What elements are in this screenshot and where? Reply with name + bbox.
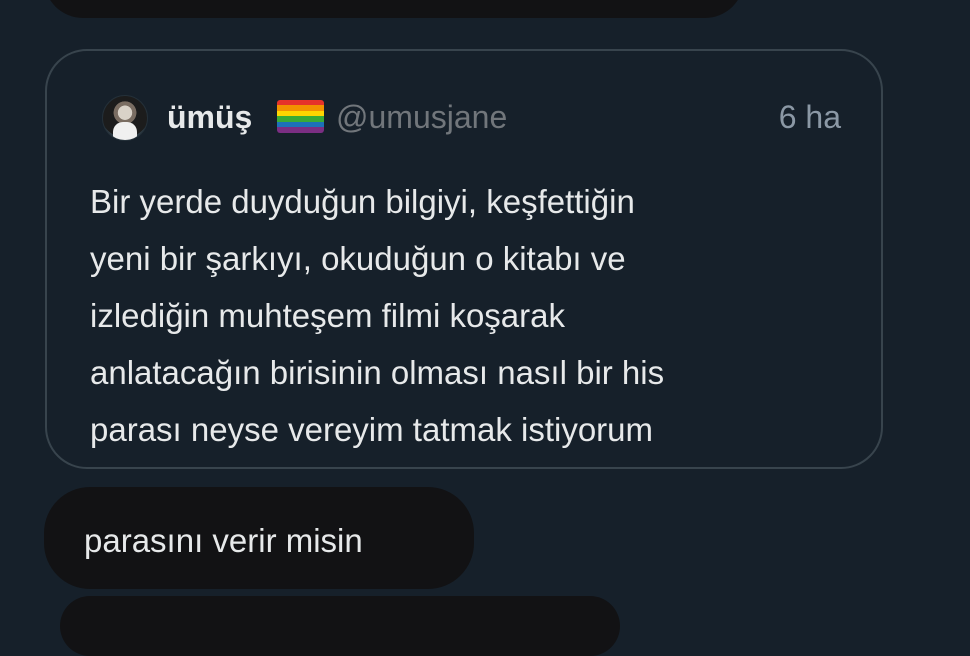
reply-message-text: parasını verir misin <box>84 522 363 559</box>
tweet-text-line: anlatacağın birisinin olması nasıl bir h… <box>90 354 665 391</box>
tweet-text-line: izlediğin muhteşem filmi koşarak <box>90 297 566 334</box>
previous-message-bubble[interactable] <box>44 0 744 18</box>
tweet-text-line: yeni bir şarkıyı, okuduğun o kitabı ve <box>90 240 626 277</box>
tweet-text-line: parası neyse vereyim tatmak istiyorum <box>90 411 654 448</box>
tweet-text: Bir yerde duyduğun bilgiyi, keşfettiğin … <box>90 173 860 458</box>
tweet-timestamp[interactable]: 6 ha <box>779 99 841 135</box>
avatar-figure <box>113 122 137 140</box>
author-handle[interactable]: @umusjane <box>336 99 507 135</box>
reply-message-bubble[interactable]: parasını verir misin <box>44 487 474 589</box>
rainbow-flag-icon <box>277 100 324 133</box>
next-message-bubble[interactable] <box>60 596 620 656</box>
quoted-tweet-card[interactable]: ümüş @umusjane 6 ha Bir yerde duyduğun b… <box>45 49 883 469</box>
tweet-text-line: Bir yerde duyduğun bilgiyi, keşfettiğin <box>90 183 635 220</box>
author-display-name[interactable]: ümüş <box>167 99 252 135</box>
author-avatar[interactable] <box>102 95 148 141</box>
